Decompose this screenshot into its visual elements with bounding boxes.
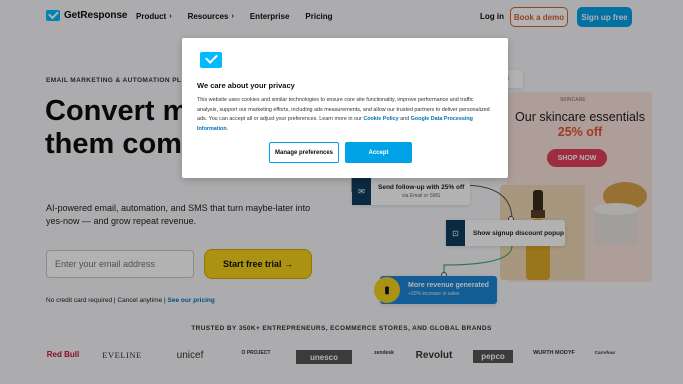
- consent-title: We care about your privacy: [197, 81, 295, 90]
- accept-button[interactable]: Accept: [345, 142, 412, 163]
- consent-period: .: [226, 125, 229, 132]
- consent-body: This website uses cookies and similar te…: [197, 96, 495, 134]
- cookie-policy-link[interactable]: Cookie Policy: [363, 116, 398, 122]
- consent-and: and: [398, 116, 411, 122]
- cookie-consent-dialog: We care about your privacy This website …: [182, 38, 508, 178]
- envelope-logo-icon: [200, 52, 222, 68]
- manage-preferences-button[interactable]: Manage preferences: [269, 142, 339, 163]
